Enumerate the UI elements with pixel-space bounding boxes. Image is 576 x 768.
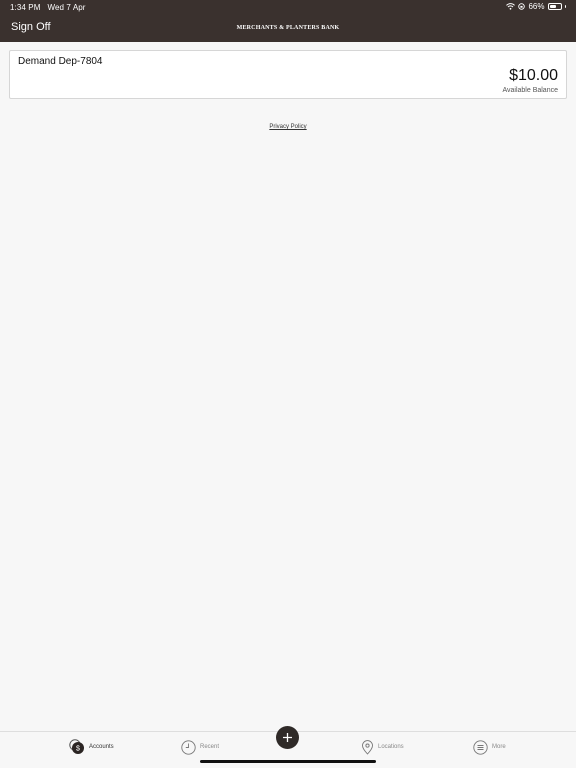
tab-recent[interactable]: Recent [181, 738, 219, 756]
status-time-date: 1:34 PM Wed 7 Apr [10, 3, 86, 12]
accounts-icon: $ [69, 739, 84, 754]
account-balance: $10.00 [509, 67, 558, 84]
wifi-icon [506, 3, 516, 10]
home-indicator[interactable] [200, 760, 376, 763]
battery-percent: 66% [528, 2, 545, 11]
tab-label-recent: Recent [200, 744, 220, 750]
menu-lines-icon [473, 739, 488, 755]
orientation-lock-icon [518, 3, 526, 10]
account-name: Demand Dep-7804 [18, 56, 103, 67]
tab-label-locations: Locations [378, 744, 404, 750]
tab-label-accounts: Accounts [89, 744, 114, 750]
battery-tip [564, 5, 566, 8]
location-pin-icon [362, 739, 373, 755]
tab-locations[interactable]: Locations [361, 738, 404, 756]
account-card[interactable]: Demand Dep-7804 $10.00 Available Balance [9, 50, 567, 99]
privacy-policy-link[interactable]: Privacy Policy [0, 124, 576, 130]
tab-label-more: More [492, 744, 506, 750]
svg-text:$: $ [76, 746, 80, 753]
clock-icon [181, 739, 196, 755]
plus-icon [283, 733, 292, 742]
bank-logo-title: MERCHANTS & PLANTERS BANK [236, 25, 340, 31]
tab-accounts[interactable]: $ Accounts [69, 738, 114, 756]
status-indicators: 66% [506, 2, 566, 11]
tab-more[interactable]: More [473, 738, 506, 756]
app-header: 1:34 PM Wed 7 Apr 66% Sign Off MERCHANTS… [0, 0, 576, 42]
available-balance-label: Available Balance [502, 87, 558, 94]
battery-icon [547, 3, 562, 10]
add-action-button[interactable] [276, 726, 299, 749]
